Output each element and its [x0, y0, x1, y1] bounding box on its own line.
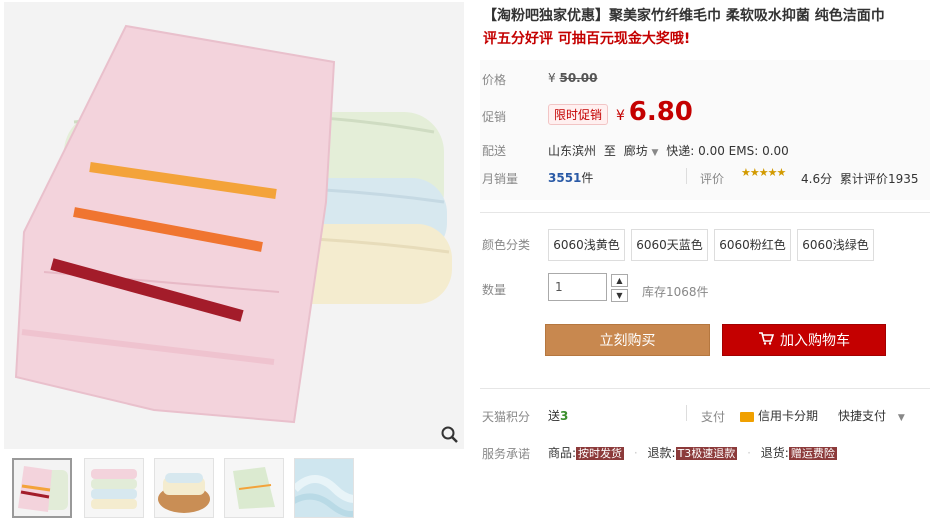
quantity-increase-button[interactable]: ▲ [611, 274, 628, 287]
chevron-down-icon: ▼ [897, 413, 905, 423]
service-goods-tag: 按时发货 [576, 447, 625, 460]
sku-option-light-yellow[interactable]: 6060浅黄色 [548, 229, 625, 261]
cart-icon [758, 325, 775, 357]
credit-card-icon [740, 411, 754, 422]
sku-option-light-green[interactable]: 6060浅绿色 [797, 229, 874, 261]
monthly-sales: 3551件 [548, 169, 593, 186]
buy-now-button[interactable]: 立刻购买 [545, 324, 710, 356]
reviews-label: 累计评价 [839, 172, 888, 186]
ship-to-word: 至 [603, 144, 616, 158]
product-title: 【淘粉吧独家优惠】聚美家竹纤维毛巾 柔软吸水抑菌 纯色洁面巾 [483, 8, 885, 24]
monthly-sales-unit: 件 [581, 171, 594, 185]
original-price: ¥ 50.00 [548, 71, 597, 85]
dot-separator: · [747, 446, 751, 460]
points-label: 天猫积分 [482, 410, 531, 424]
price-label: 价格 [482, 73, 507, 87]
divider [686, 405, 687, 421]
monthly-sales-count: 3551 [548, 171, 582, 185]
thumbnail-strip [12, 458, 362, 522]
add-to-cart-label: 加入购物车 [780, 333, 850, 349]
current-price: ¥ 6.80 [616, 97, 693, 127]
divider [686, 168, 687, 184]
promo-badge-text: 限时促销 [548, 104, 609, 125]
sku-options: 6060浅黄色 6060天蓝色 6060粉红色 6060浅绿色 [548, 229, 878, 263]
shipping-label: 配送 [482, 144, 507, 158]
towel-photo [4, 2, 464, 449]
thumbnail-1[interactable] [12, 458, 72, 518]
promo-badge: 限时促销 [548, 104, 609, 125]
currency-symbol: ¥ [548, 71, 556, 85]
payment-label: 支付 [701, 410, 726, 424]
add-to-cart-button[interactable]: 加入购物车 [722, 324, 886, 356]
credit-card-installment[interactable]: 信用卡分期 [740, 407, 818, 424]
promo-label: 促销 [482, 110, 507, 124]
thumbnail-5[interactable] [294, 458, 354, 518]
service-return-tag: 赠运费险 [788, 447, 837, 460]
shipping-fees: 快递: 0.00 EMS: 0.00 [666, 144, 789, 158]
current-price-value: 6.80 [628, 97, 693, 127]
quick-pay[interactable]: 快捷支付 ▼ [838, 407, 905, 424]
ship-from: 山东滨州 [548, 144, 597, 158]
chevron-down-icon: ▼ [616, 291, 623, 300]
shipping-route: 山东滨州 至 廊坊 ▼ 快递: 0.00 EMS: 0.00 [548, 142, 789, 159]
thumbnail-2[interactable] [84, 458, 144, 518]
stock-text: 库存1068件 [642, 285, 709, 299]
divider [480, 388, 930, 389]
points-amount: 3 [560, 409, 569, 423]
product-promo-text: 评五分好评 可抽百元现金大奖哦! [483, 31, 691, 47]
service-label: 服务承诺 [482, 447, 531, 461]
current-currency: ¥ [616, 108, 625, 124]
reviews-count: 1935 [887, 172, 919, 186]
ship-to-select[interactable]: 廊坊 ▼ [624, 144, 663, 158]
service-goods-label: 商品: [548, 446, 577, 460]
rating-score: 4.6分 [801, 172, 833, 186]
points-value: 送3 [548, 407, 568, 424]
thumbnail-3[interactable] [154, 458, 214, 518]
rating-label: 评价 [700, 172, 725, 186]
rating-info[interactable]: 4.6分 累计评价1935 [801, 170, 918, 187]
divider [480, 212, 930, 213]
service-goods[interactable]: 商品: 按时发货 [548, 446, 625, 460]
service-commitments: 商品: 按时发货 · 退款: T3极速退款 · 退货: 赠运费险 [548, 444, 837, 461]
thumbnail-4[interactable] [224, 458, 284, 518]
service-return[interactable]: 退货: 赠运费险 [761, 446, 837, 460]
rating-stars-icon: ★★★★★ [741, 166, 786, 179]
dot-separator: · [633, 446, 638, 460]
sku-option-sky-blue[interactable]: 6060天蓝色 [631, 229, 708, 261]
original-price-value: 50.00 [559, 71, 598, 85]
magnifier-icon[interactable] [440, 425, 460, 445]
quantity-decrease-button[interactable]: ▼ [611, 289, 628, 302]
monthly-sales-label: 月销量 [482, 172, 519, 186]
chevron-up-icon: ▲ [616, 276, 623, 285]
quantity-label: 数量 [482, 283, 507, 297]
quantity-input[interactable]: 1 [548, 273, 607, 301]
service-refund-tag: T3极速退款 [675, 447, 738, 460]
sku-option-pink[interactable]: 6060粉红色 [714, 229, 791, 261]
credit-installment-label: 信用卡分期 [758, 409, 819, 423]
quick-pay-label: 快捷支付 [838, 409, 887, 423]
sku-label: 颜色分类 [482, 238, 531, 252]
service-refund-label: 退款: [647, 446, 676, 460]
main-product-image[interactable] [4, 2, 464, 449]
ship-to: 廊坊 [623, 144, 648, 158]
points-send: 送 [548, 409, 561, 423]
service-return-label: 退货: [760, 446, 789, 460]
chevron-down-icon: ▼ [651, 148, 659, 158]
service-refund[interactable]: 退款: T3极速退款 [648, 446, 738, 460]
